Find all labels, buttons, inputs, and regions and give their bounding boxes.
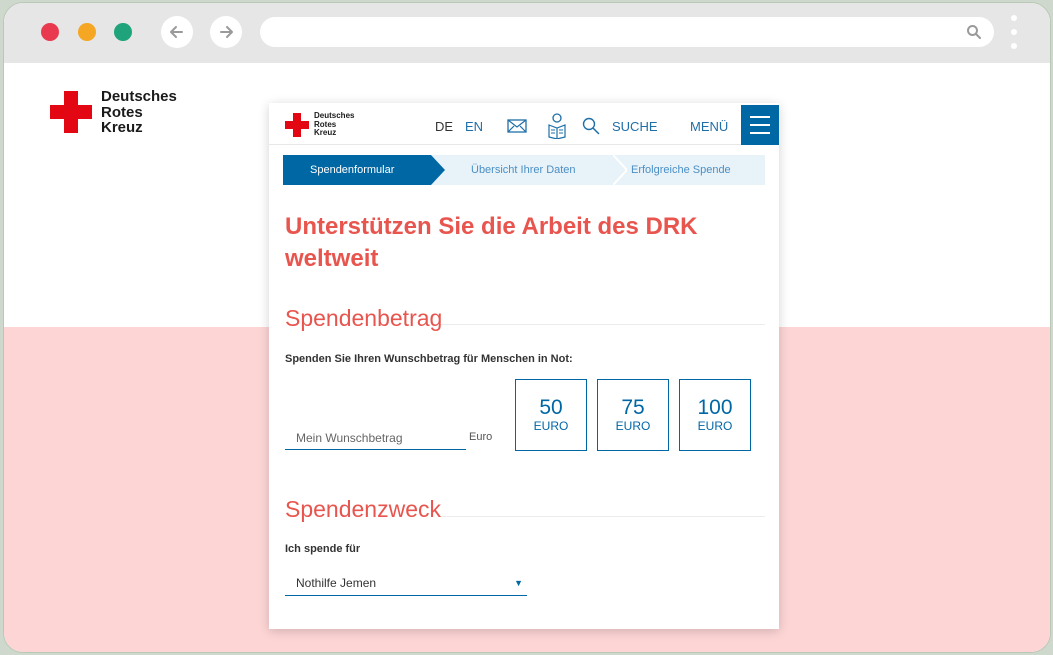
arrow-left-icon [170,26,183,38]
forward-button[interactable] [210,16,242,48]
amount-section-title: Spendenbetrag [285,305,443,331]
drk-logo: Deutsches Rotes Kreuz [50,89,177,136]
purpose-label: Ich spende für [285,543,361,555]
minimize-window-button[interactable] [78,23,96,41]
maximize-window-button[interactable] [114,23,132,41]
custom-amount-input[interactable] [285,426,466,450]
currency-suffix: Euro [469,431,493,443]
amount-option-50[interactable]: 50 EURO [515,379,587,451]
red-cross-icon [50,91,92,134]
step-chevron-icon [613,155,627,185]
address-bar[interactable] [260,17,994,47]
menu-link[interactable]: MENÜ [690,119,728,134]
purpose-select[interactable]: Nothilfe Jemen ▼ [285,570,527,596]
site-logo[interactable]: Deutsches Rotes Kreuz [285,111,355,138]
logo-wordmark: Deutsches Rotes Kreuz [314,111,355,137]
search-icon[interactable] [582,117,600,135]
section-divider [441,324,765,325]
language-en[interactable]: EN [465,119,483,134]
step-success: Erfolgreiche Spende [631,164,731,176]
page-title: Unterstützen Sie die Arbeit des DRK welt… [285,213,698,272]
reading-person-icon[interactable] [547,113,567,139]
step-data-overview: Übersicht Ihrer Daten [471,164,576,176]
amount-option-75[interactable]: 75 EURO [597,379,669,451]
search-icon[interactable] [966,24,982,40]
arrow-right-icon [220,26,233,38]
back-button[interactable] [161,16,193,48]
purpose-section-title: Spendenzweck [285,496,441,522]
site-header: Deutsches Rotes Kreuz DE EN SUCHE MENÜ [269,103,779,145]
step-donation-form: Spendenformular [283,155,445,185]
mobile-page: Deutsches Rotes Kreuz DE EN SUCHE MENÜ S… [269,103,779,629]
mail-icon[interactable] [507,119,527,133]
amount-option-100[interactable]: 100 EURO [679,379,751,451]
red-cross-icon [285,112,309,137]
language-de[interactable]: DE [435,119,453,134]
close-window-button[interactable] [41,23,59,41]
section-divider [441,516,765,517]
caret-down-icon: ▼ [514,578,523,588]
amount-label: Spenden Sie Ihren Wunschbetrag für Mensc… [285,353,573,365]
progress-steps: Spendenformular Übersicht Ihrer Daten Er… [283,155,765,185]
logo-wordmark: Deutsches Rotes Kreuz [101,88,177,136]
browser-menu-icon[interactable] [1008,15,1020,49]
hamburger-menu-button[interactable] [741,105,779,145]
search-link[interactable]: SUCHE [612,119,658,134]
purpose-selected-value: Nothilfe Jemen [296,576,377,590]
browser-titlebar [4,3,1050,63]
